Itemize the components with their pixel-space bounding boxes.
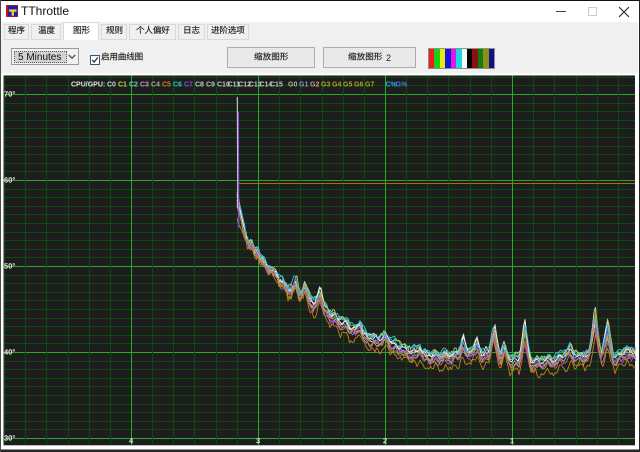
svg-text:G0: G0 — [288, 82, 297, 89]
svg-text:G1: G1 — [299, 82, 308, 89]
svg-text:C6: C6 — [173, 82, 182, 89]
svg-text:C3: C3 — [140, 82, 149, 89]
svg-text:C0: C0 — [107, 82, 116, 89]
svg-text:C15: C15 — [270, 82, 283, 89]
svg-text:C8: C8 — [195, 82, 204, 89]
svg-text:C1: C1 — [118, 82, 127, 89]
svg-text:CPU/GPU:: CPU/GPU: — [71, 82, 105, 89]
svg-text:C2: C2 — [129, 82, 138, 89]
svg-text:C9: C9 — [206, 82, 215, 89]
svg-text:G%: G% — [396, 82, 408, 89]
svg-text:G4: G4 — [332, 82, 341, 89]
svg-text:G6: G6 — [354, 82, 363, 89]
svg-text:C4: C4 — [151, 82, 160, 89]
svg-text:G7: G7 — [365, 82, 374, 89]
svg-text:G5: G5 — [343, 82, 352, 89]
svg-text:G3: G3 — [321, 82, 330, 89]
svg-text:G2: G2 — [310, 82, 319, 89]
svg-text:C7: C7 — [184, 82, 193, 89]
svg-text:C5: C5 — [162, 82, 171, 89]
